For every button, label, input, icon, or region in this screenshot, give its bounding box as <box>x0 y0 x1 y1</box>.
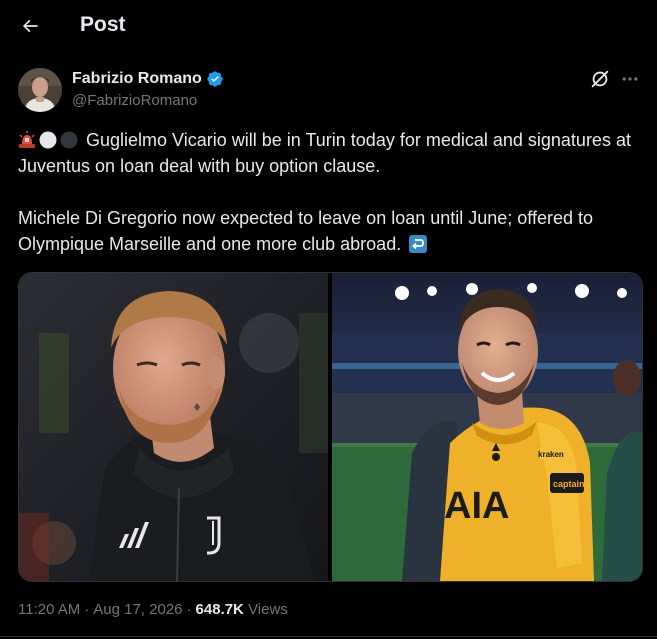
author-avatar[interactable] <box>18 68 62 112</box>
tweet-text-line1: Guglielmo Vicario will be in Turin today… <box>18 130 631 176</box>
tweet-date[interactable]: Aug 17, 2026 <box>93 601 182 618</box>
media-grid: captain kraken AIA <box>18 272 643 582</box>
svg-text:kraken: kraken <box>538 450 564 459</box>
back-button[interactable] <box>12 8 48 44</box>
tweet-paragraph-2: Michele Di Gregorio now expected to leav… <box>18 205 648 257</box>
views-count: 648.7K <box>195 601 244 618</box>
tweet-body: Guglielmo Vicario will be in Turin today… <box>18 127 648 257</box>
author-name-text: Fabrizio Romano <box>72 70 202 87</box>
verified-badge-icon <box>206 70 224 88</box>
photo-vicario-tottenham[interactable]: captain kraken AIA <box>332 273 642 581</box>
author-name[interactable]: Fabrizio Romano <box>72 69 224 89</box>
siren-emoji <box>19 131 35 148</box>
tweet-text-line2: Michele Di Gregorio now expected to leav… <box>18 208 594 254</box>
svg-text:captain: captain <box>553 479 585 489</box>
more-horizontal-icon <box>622 77 638 81</box>
grok-button[interactable] <box>589 68 611 90</box>
svg-text:AIA: AIA <box>444 485 509 527</box>
photo-di-gregorio-juventus[interactable] <box>19 273 328 581</box>
more-options-button[interactable] <box>618 68 642 90</box>
tweet-paragraph-1: Guglielmo Vicario will be in Turin today… <box>18 127 648 179</box>
divider <box>0 636 657 637</box>
tweet-time[interactable]: 11:20 AM <box>18 601 80 618</box>
white-circle-emoji <box>39 131 57 149</box>
top-bar: Post <box>0 0 657 52</box>
author-handle[interactable]: @FabrizioRomano <box>72 91 197 111</box>
views-label: Views <box>248 601 288 618</box>
arrow-left-icon <box>22 19 38 33</box>
black-circle-emoji <box>60 131 78 149</box>
page-title: Post <box>80 13 126 36</box>
tweet-meta: 11:20 AM · Aug 17, 2026 · 648.7K Views <box>18 601 288 618</box>
grok-icon <box>591 70 609 88</box>
return-arrow-emoji <box>409 235 428 253</box>
